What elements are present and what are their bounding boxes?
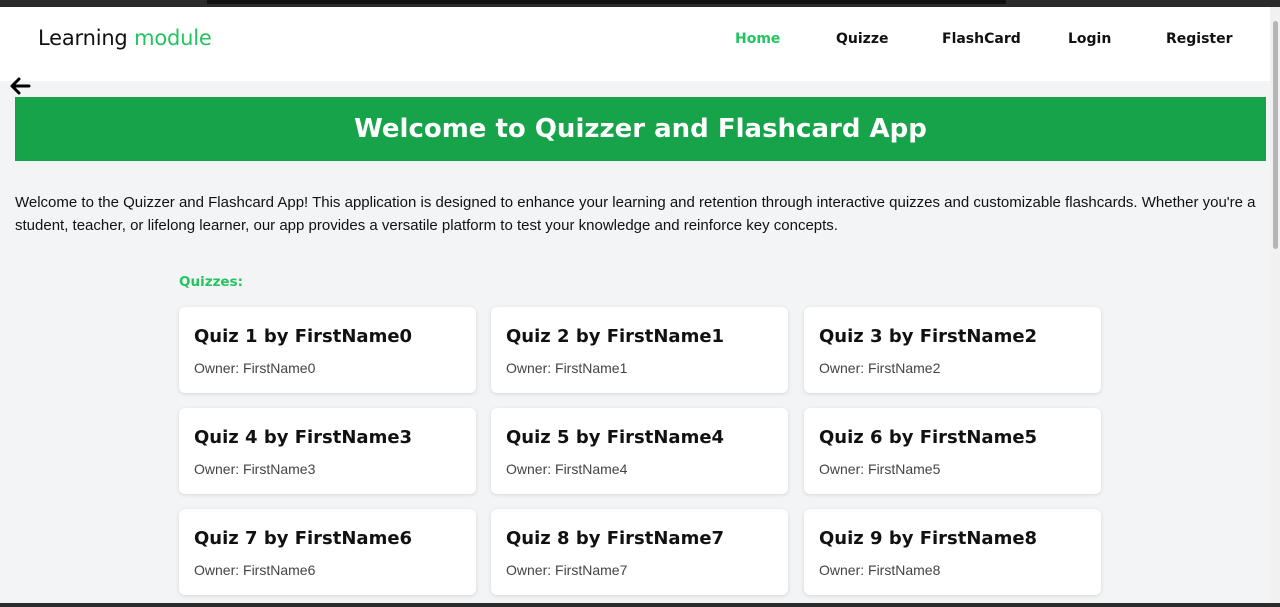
hero-banner: Welcome to Quizzer and Flashcard App [15,97,1266,161]
brand-main: Learning [38,26,128,50]
quiz-owner: Owner: FirstName2 [819,360,941,376]
arrow-left-icon[interactable] [8,76,32,96]
quiz-title: Quiz 1 by FirstName0 [194,326,413,347]
quiz-title: Quiz 6 by FirstName5 [819,427,1038,448]
quiz-card[interactable]: Quiz 9 by FirstName8 Owner: FirstName8 [804,509,1101,595]
quiz-title: Quiz 5 by FirstName4 [506,427,725,448]
quiz-owner: Owner: FirstName7 [506,562,628,578]
nav-home[interactable]: Home [735,31,780,47]
quiz-card[interactable]: Quiz 7 by FirstName6 Owner: FirstName6 [179,509,476,595]
quiz-card[interactable]: Quiz 6 by FirstName5 Owner: FirstName5 [804,408,1101,494]
quiz-owner: Owner: FirstName4 [506,461,628,477]
quiz-title: Quiz 4 by FirstName3 [194,427,413,448]
nav-flashcard[interactable]: FlashCard [942,31,1021,47]
quiz-card[interactable]: Quiz 3 by FirstName2 Owner: FirstName2 [804,307,1101,393]
quiz-owner: Owner: FirstName5 [819,461,941,477]
intro-paragraph: Welcome to the Quizzer and Flashcard App… [15,194,1256,234]
brand-logo[interactable]: Learning module [38,26,212,50]
scrollbar-thumb[interactable] [1273,21,1278,249]
quiz-card[interactable]: Quiz 8 by FirstName7 Owner: FirstName7 [491,509,788,595]
quiz-owner: Owner: FirstName8 [819,562,941,578]
quiz-owner: Owner: FirstName0 [194,360,316,376]
quiz-card[interactable]: Quiz 1 by FirstName0 Owner: FirstName0 [179,307,476,393]
quiz-owner: Owner: FirstName3 [194,461,316,477]
navbar: Learning module Home Quizze FlashCard Lo… [0,7,1270,81]
quiz-title: Quiz 3 by FirstName2 [819,326,1038,347]
quiz-title: Quiz 8 by FirstName7 [506,528,725,549]
quiz-owner: Owner: FirstName6 [194,562,316,578]
quiz-card[interactable]: Quiz 4 by FirstName3 Owner: FirstName3 [179,408,476,494]
quiz-title: Quiz 9 by FirstName8 [819,528,1038,549]
nav-login[interactable]: Login [1068,31,1111,47]
quiz-owner: Owner: FirstName1 [506,360,628,376]
nav-quizze[interactable]: Quizze [836,31,888,47]
brand-accent: module [134,26,212,50]
quiz-card[interactable]: Quiz 5 by FirstName4 Owner: FirstName4 [491,408,788,494]
quiz-card[interactable]: Quiz 2 by FirstName1 Owner: FirstName1 [491,307,788,393]
browser-top-strip-inner [207,0,1006,4]
quizzes-section-label: Quizzes: [179,274,244,290]
hero-title: Welcome to Quizzer and Flashcard App [354,114,927,144]
quiz-title: Quiz 2 by FirstName1 [506,326,725,347]
browser-top-strip [0,0,1280,7]
browser-bottom-strip [0,603,1280,607]
nav-register[interactable]: Register [1166,31,1233,47]
scrollbar-track[interactable] [1270,7,1280,603]
quiz-title: Quiz 7 by FirstName6 [194,528,413,549]
